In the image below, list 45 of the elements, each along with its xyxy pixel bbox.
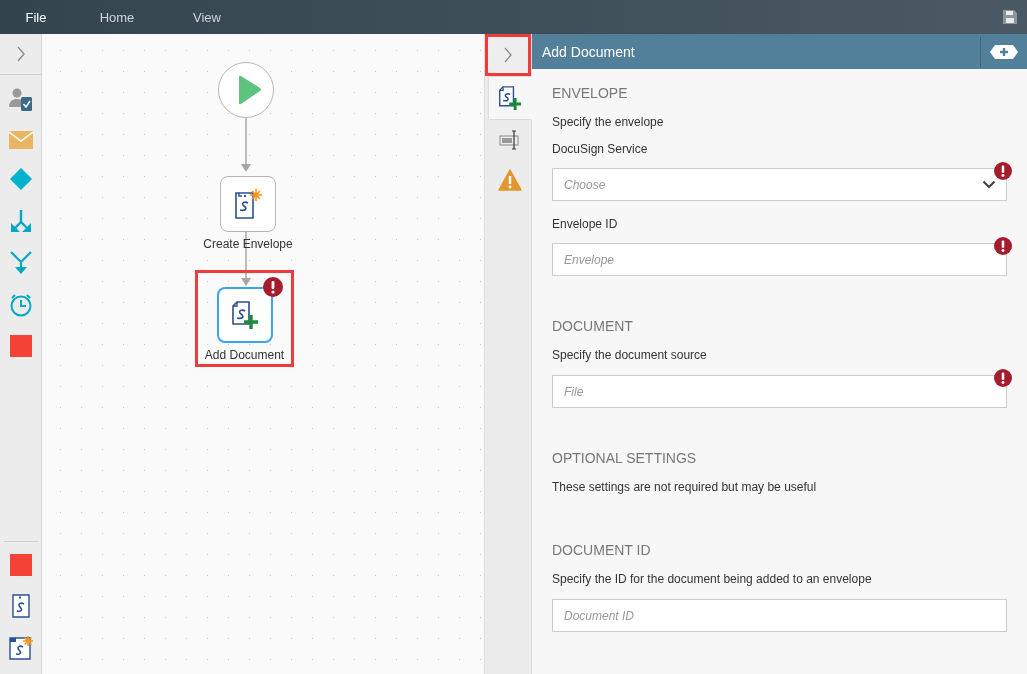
section-heading: OPTIONAL SETTINGS bbox=[552, 450, 698, 466]
panel-tab[interactable] bbox=[488, 76, 532, 120]
node-label: Create Envelope bbox=[203, 237, 293, 251]
expand-icon[interactable] bbox=[15, 45, 26, 63]
add-document-icon bbox=[498, 85, 522, 111]
input-field[interactable]: Envelope bbox=[552, 243, 1007, 276]
new-document-icon[interactable] bbox=[8, 636, 33, 660]
input-field[interactable]: File bbox=[552, 375, 1007, 408]
user-task-icon[interactable] bbox=[7, 87, 34, 113]
step-node[interactable] bbox=[220, 176, 276, 232]
section-description: Specify the envelope bbox=[552, 115, 665, 129]
save-icon[interactable] bbox=[1002, 9, 1018, 25]
end-square-icon[interactable] bbox=[9, 554, 32, 576]
document-icon[interactable] bbox=[11, 594, 30, 618]
section-heading: ENVELOPE bbox=[552, 85, 629, 101]
section-heading: DOCUMENT bbox=[552, 318, 634, 334]
start-node[interactable] bbox=[218, 62, 274, 118]
section-description: These settings are not required but may be useful bbox=[552, 480, 818, 494]
section-description: Specify the ID for the document being added to an envelope bbox=[552, 572, 873, 586]
field-label: Envelope ID bbox=[552, 217, 619, 231]
warning-icon bbox=[497, 169, 522, 191]
new-document-icon bbox=[234, 189, 262, 219]
timer-icon[interactable] bbox=[8, 293, 33, 317]
section-description: Specify the document source bbox=[552, 348, 708, 362]
add-tag-icon[interactable] bbox=[989, 43, 1019, 60]
node-label: Add Document bbox=[204, 348, 285, 362]
step-node[interactable] bbox=[216, 287, 273, 343]
chevron-down-icon bbox=[982, 180, 996, 189]
field-label: DocuSign Service bbox=[552, 142, 649, 156]
merge-arrow-icon[interactable] bbox=[8, 251, 33, 275]
envelope-icon[interactable] bbox=[8, 131, 33, 149]
menu-item[interactable]: Home bbox=[72, 9, 162, 25]
add-document-icon bbox=[230, 300, 259, 330]
menu-item[interactable]: File bbox=[0, 9, 72, 25]
split-arrows-icon[interactable] bbox=[8, 209, 33, 233]
collapse-button[interactable] bbox=[485, 34, 531, 76]
connector-arrow bbox=[241, 117, 251, 172]
menu-item[interactable]: View bbox=[162, 9, 252, 25]
chevron-right-icon bbox=[503, 46, 513, 64]
end-square-icon[interactable] bbox=[9, 335, 32, 357]
diamond-icon[interactable] bbox=[8, 167, 33, 191]
input-field[interactable]: Document ID bbox=[552, 599, 1007, 632]
section-heading: DOCUMENT ID bbox=[552, 542, 652, 558]
text-field-icon bbox=[498, 130, 521, 150]
panel-title: Add Document bbox=[542, 43, 636, 60]
